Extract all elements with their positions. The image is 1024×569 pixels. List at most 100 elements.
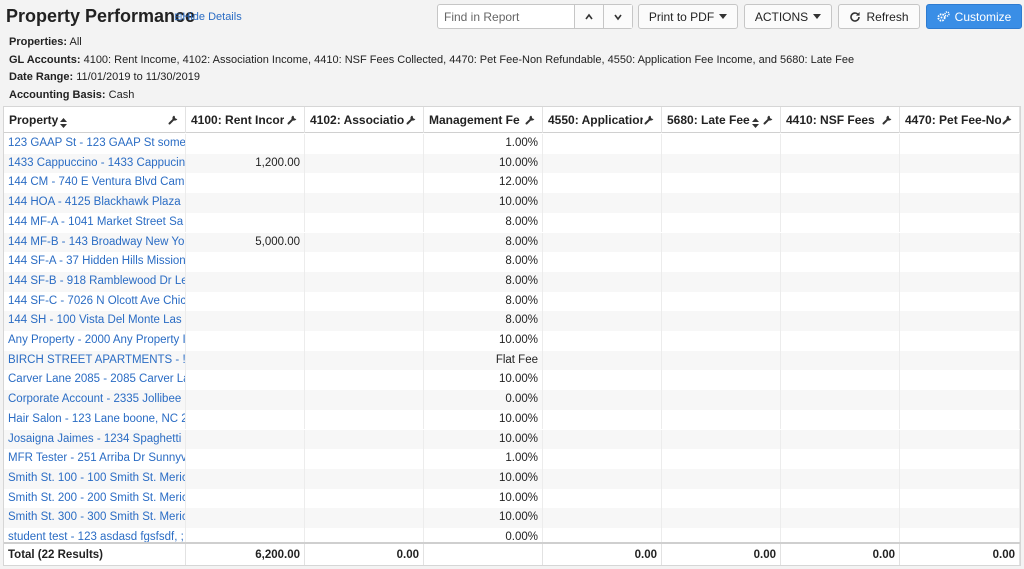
cell-nsf-fees <box>781 212 900 233</box>
column-header-pet-fee[interactable]: 4470: Pet Fee-No <box>900 107 1020 133</box>
cell-association-income <box>305 134 424 154</box>
cell-association-income <box>305 390 424 410</box>
customize-button[interactable]: Customize <box>926 4 1022 29</box>
wrench-icon[interactable] <box>882 113 894 125</box>
cell-association-income <box>305 429 424 450</box>
column-header-rent-income[interactable]: 4100: Rent Incor <box>186 107 305 133</box>
table-row: 144 SF-B - 918 Ramblewood Dr Le 8.00% <box>4 271 1020 292</box>
property-link[interactable]: 144 SF-A - 37 Hidden Hills Mission <box>4 252 186 272</box>
report-header: Property Performance ⊟Hide Details Print… <box>0 0 1024 34</box>
cell-association-income <box>305 468 424 489</box>
cell-rent-income <box>186 370 305 391</box>
wrench-icon[interactable] <box>287 113 299 125</box>
customize-label: Customize <box>954 9 1012 24</box>
cell-late-fee <box>662 153 781 174</box>
property-link[interactable]: BIRCH STREET APARTMENTS - ! <box>4 350 186 371</box>
cell-management-fee: 10.00% <box>424 409 543 430</box>
column-header-label: Management Fe <box>429 113 520 127</box>
column-header-management-fee[interactable]: Management Fe <box>424 107 543 133</box>
cell-late-fee <box>662 331 781 351</box>
cell-rent-income <box>186 508 305 528</box>
wrench-icon[interactable] <box>406 113 418 125</box>
total-rent-income: 6,200.00 <box>186 544 305 565</box>
find-previous-button[interactable] <box>574 5 603 28</box>
column-header-association-income[interactable]: 4102: Associatio <box>305 107 424 133</box>
cell-rent-income <box>186 271 305 292</box>
report-details: Properties: All GL Accounts: 4100: Rent … <box>9 34 854 104</box>
cell-association-income <box>305 173 424 194</box>
wrench-icon[interactable] <box>644 113 656 125</box>
cell-association-income <box>305 252 424 272</box>
property-link[interactable]: Any Property - 2000 Any Property I <box>4 331 186 351</box>
wrench-icon[interactable] <box>763 113 775 125</box>
property-link[interactable]: 144 SH - 100 Vista Del Monte Las <box>4 311 186 331</box>
total-nsf-fees: 0.00 <box>781 544 900 565</box>
sort-icon[interactable] <box>60 118 68 128</box>
column-header-label: 4102: Associatio <box>310 113 405 127</box>
cell-nsf-fees <box>781 468 900 489</box>
table-row: 144 SF-A - 37 Hidden Hills Mission 8.00% <box>4 252 1020 272</box>
print-to-pdf-label: Print to PDF <box>648 9 715 24</box>
cell-late-fee <box>662 409 781 430</box>
hide-details-link[interactable]: ⊟Hide Details <box>174 11 242 23</box>
column-header-property[interactable]: Property <box>4 107 186 133</box>
property-link[interactable]: 144 SF-C - 7026 N Olcott Ave Chic <box>4 291 186 312</box>
property-link[interactable]: Smith St. 200 - 200 Smith St. Meric <box>4 488 186 509</box>
cell-application-fee <box>543 508 662 528</box>
property-link[interactable]: Josaigna Jaimes - 1234 Spaghetti <box>4 429 186 450</box>
cell-rent-income <box>186 331 305 351</box>
cell-application-fee <box>543 350 662 371</box>
print-to-pdf-button[interactable]: Print to PDF <box>638 4 738 29</box>
wrench-icon[interactable] <box>1002 113 1014 125</box>
property-link[interactable]: Hair Salon - 123 Lane boone, NC 2 <box>4 409 186 430</box>
property-link[interactable]: Carver Lane 2085 - 2085 Carver La <box>4 370 186 391</box>
cell-nsf-fees <box>781 232 900 253</box>
property-link[interactable]: 144 MF-B - 143 Broadway New Yo <box>4 232 186 253</box>
cell-rent-income <box>186 429 305 450</box>
table-footer-totals: Total (22 Results) 6,200.00 0.00 0.00 0.00 0.… <box>4 542 1020 565</box>
wrench-icon[interactable] <box>525 113 537 125</box>
property-link[interactable]: 144 HOA - 4125 Blackhawk Plaza <box>4 193 186 213</box>
property-link[interactable]: 1433 Cappuccino - 1433 Cappucin <box>4 153 186 174</box>
table-row: 144 SH - 100 Vista Del Monte Las 8.00% <box>4 311 1020 331</box>
find-next-button[interactable] <box>603 5 632 28</box>
cell-application-fee <box>543 173 662 194</box>
refresh-button[interactable]: Refresh <box>838 4 920 29</box>
cell-nsf-fees <box>781 311 900 331</box>
cell-application-fee <box>543 468 662 489</box>
table-header: Property 4100: Rent Incor 4102: Associatio… <box>4 107 1020 133</box>
actions-button[interactable]: ACTIONS <box>744 4 832 29</box>
property-link[interactable]: 144 MF-A - 1041 Market Street Sa <box>4 212 186 233</box>
sort-icon[interactable] <box>751 118 759 128</box>
cell-pet-fee <box>900 252 1020 272</box>
table-row: 144 MF-B - 143 Broadway New Yo 5,000.00 8.… <box>4 232 1020 253</box>
find-input[interactable] <box>438 5 574 28</box>
column-header-late-fee[interactable]: 5680: Late Fee <box>662 107 781 133</box>
cell-rent-income <box>186 134 305 154</box>
cell-late-fee <box>662 390 781 410</box>
cell-association-income <box>305 508 424 528</box>
property-link[interactable]: Corporate Account - 2335 Jollibee <box>4 390 186 410</box>
cell-pet-fee <box>900 311 1020 331</box>
column-header-nsf-fees[interactable]: 4410: NSF Fees <box>781 107 900 133</box>
property-link[interactable]: 123 GAAP St - 123 GAAP St some <box>4 134 186 154</box>
cell-association-income <box>305 212 424 233</box>
cell-pet-fee <box>900 449 1020 469</box>
cell-association-income <box>305 193 424 213</box>
cell-association-income <box>305 409 424 430</box>
property-link[interactable]: 144 CM - 740 E Ventura Blvd Cam <box>4 173 186 194</box>
cell-late-fee <box>662 468 781 489</box>
cell-late-fee <box>662 370 781 391</box>
chevron-up-icon <box>585 13 593 19</box>
cell-pet-fee <box>900 350 1020 371</box>
property-link[interactable]: Smith St. 100 - 100 Smith St. Meric <box>4 468 186 489</box>
wrench-icon[interactable] <box>168 113 180 125</box>
property-link[interactable]: MFR Tester - 251 Arriba Dr Sunnyv <box>4 449 186 469</box>
cell-late-fee <box>662 212 781 233</box>
cell-late-fee <box>662 193 781 213</box>
property-link[interactable]: 144 SF-B - 918 Ramblewood Dr Le <box>4 271 186 292</box>
table-row: Smith St. 300 - 300 Smith St. Meric 10.00… <box>4 508 1020 528</box>
cell-application-fee <box>543 370 662 391</box>
column-header-application-fee[interactable]: 4550: Applicatior <box>543 107 662 133</box>
property-link[interactable]: Smith St. 300 - 300 Smith St. Meric <box>4 508 186 528</box>
